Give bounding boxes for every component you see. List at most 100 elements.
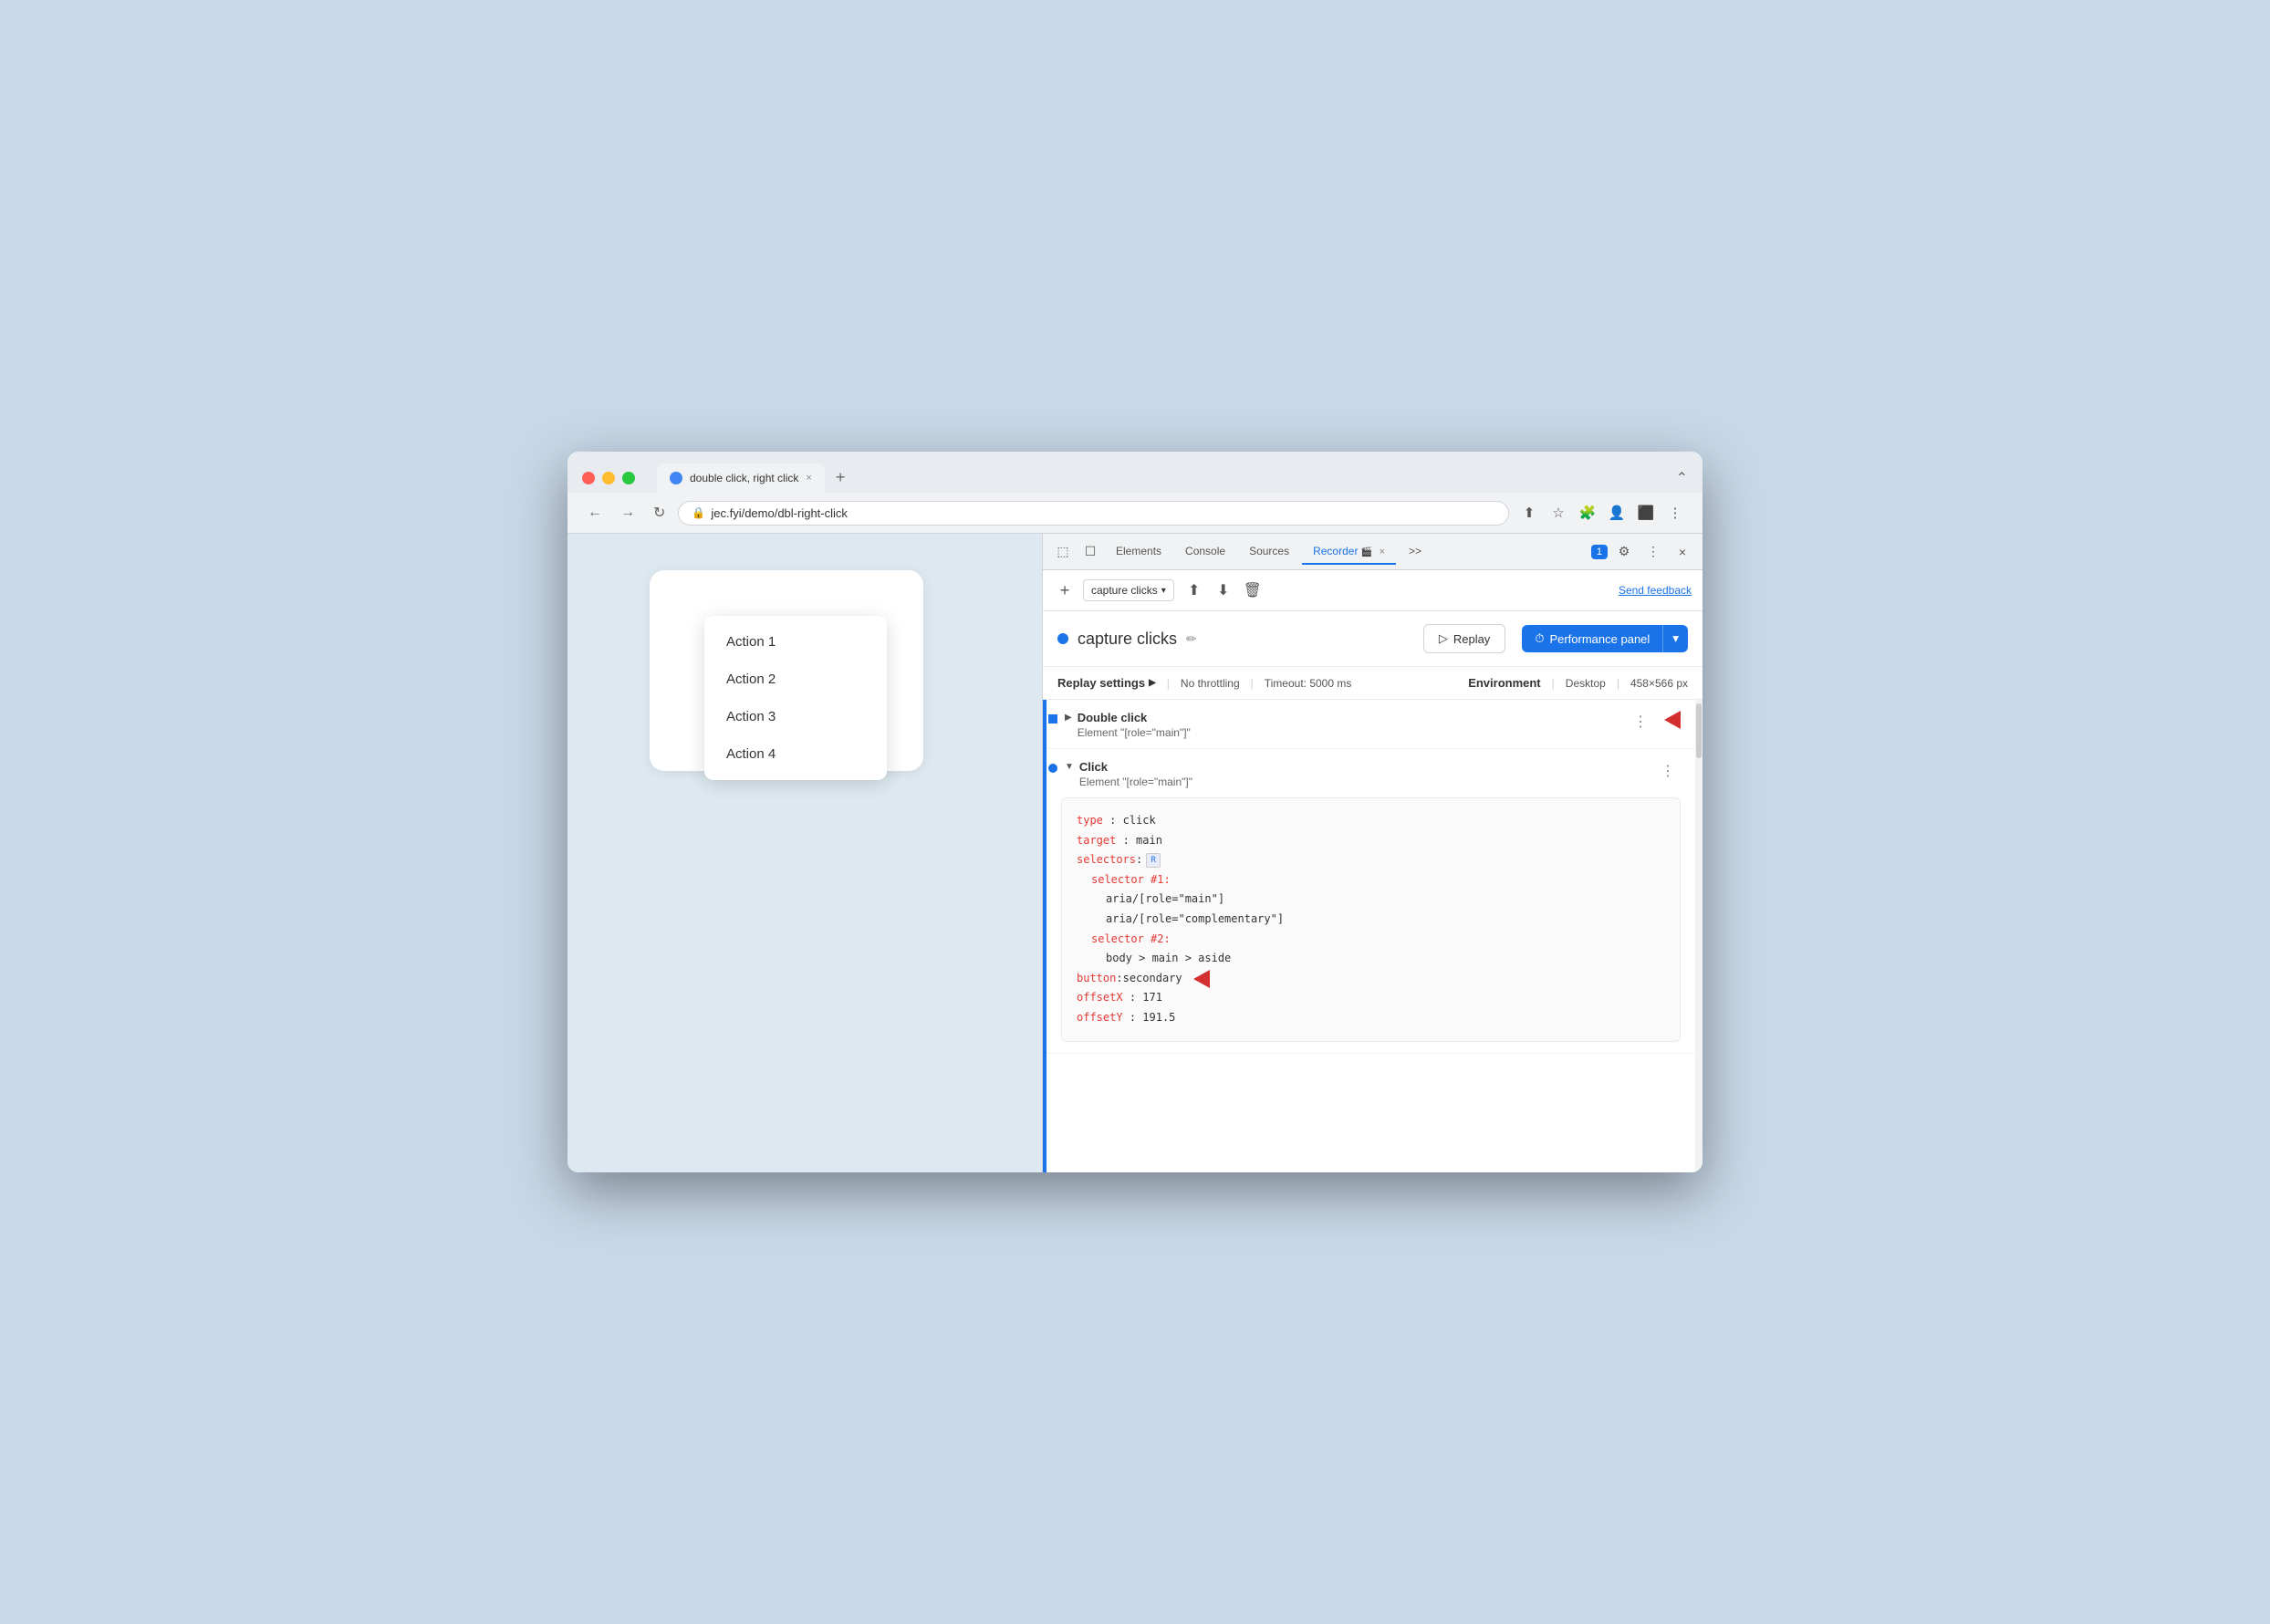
type-key: type bbox=[1077, 814, 1103, 827]
scrollbar-thumb bbox=[1696, 703, 1702, 758]
tab-recorder[interactable]: Recorder 🎬 × bbox=[1302, 539, 1396, 565]
traffic-lights bbox=[582, 472, 635, 484]
add-recording-button[interactable]: + bbox=[1054, 579, 1076, 601]
devtools-scrollbar[interactable] bbox=[1695, 700, 1702, 1172]
device-toggle-icon[interactable]: ☐ bbox=[1078, 539, 1103, 565]
type-val: click bbox=[1123, 814, 1156, 827]
window-control-icon[interactable]: ⌃ bbox=[1676, 469, 1688, 487]
main-content: Action 4 Action 1 Action 2 Action 3 Acti… bbox=[568, 534, 1702, 1172]
aria1-val: aria/[role="main"] bbox=[1106, 892, 1224, 905]
recorder-header: capture clicks ✏ ▷ Replay ⏱ Performance … bbox=[1043, 611, 1702, 667]
tabs-bar: double click, right click × + bbox=[657, 463, 1669, 493]
step1-subtitle: Element "[role="main"]" bbox=[1078, 726, 1628, 739]
close-traffic-light[interactable] bbox=[582, 472, 595, 484]
target-key: target bbox=[1077, 834, 1116, 847]
recorder-indicator-icon: 🎬 bbox=[1361, 547, 1372, 557]
tab-more[interactable]: >> bbox=[1398, 539, 1432, 565]
selectors-key: selectors bbox=[1077, 850, 1136, 870]
context-menu-item-4[interactable]: Action 4 bbox=[704, 735, 887, 773]
performance-panel-button[interactable]: ⏱ Performance panel bbox=[1522, 625, 1662, 652]
recorder-close-icon[interactable]: × bbox=[1380, 547, 1385, 557]
import-icon[interactable]: ⬇ bbox=[1211, 578, 1236, 603]
recorder-toolbar: + capture clicks ▾ ⬆ ⬇ 🗑 Send feedback bbox=[1043, 570, 1702, 611]
context-menu-item-3[interactable]: Action 3 bbox=[704, 698, 887, 735]
context-menu-item-2[interactable]: Action 2 bbox=[704, 661, 887, 698]
recording-dot bbox=[1057, 633, 1068, 644]
env-divider: | bbox=[1552, 677, 1555, 690]
step1-expand-icon[interactable]: ▶ bbox=[1065, 713, 1072, 723]
replay-button[interactable]: ▷ Replay bbox=[1423, 624, 1505, 653]
step-click-header[interactable]: ▼ Click Element "[role="main"]" ⋮ bbox=[1046, 749, 1695, 797]
performance-panel-dropdown[interactable]: ▾ bbox=[1662, 625, 1688, 652]
desktop-label: Desktop bbox=[1566, 677, 1606, 690]
step-click: ▼ Click Element "[role="main"]" ⋮ bbox=[1046, 749, 1695, 1054]
settings-divider: | bbox=[1167, 677, 1170, 690]
step-double-click-header[interactable]: ▶ Double click Element "[role="main"]" ⋮ bbox=[1046, 700, 1695, 748]
environment-section: Environment | Desktop | 458×566 px bbox=[1468, 676, 1688, 690]
share-icon[interactable]: ⬆ bbox=[1516, 500, 1542, 526]
button-red-arrow bbox=[1193, 970, 1210, 988]
selector-recorder-icon[interactable]: R bbox=[1146, 853, 1161, 868]
step2-collapse-icon[interactable]: ▼ bbox=[1065, 762, 1074, 772]
no-throttling-label: No throttling bbox=[1181, 677, 1240, 690]
back-button[interactable]: ← bbox=[582, 501, 608, 525]
forward-button[interactable]: → bbox=[615, 501, 640, 525]
context-menu: Action 1 Action 2 Action 3 Action 4 bbox=[704, 616, 887, 780]
devtools-more-icon[interactable]: ⋮ bbox=[1640, 539, 1666, 565]
context-menu-item-1[interactable]: Action 1 bbox=[704, 623, 887, 661]
step1-menu-icon[interactable]: ⋮ bbox=[1628, 711, 1653, 733]
url-bar[interactable]: 🔒 jec.fyi/demo/dbl-right-click bbox=[678, 501, 1509, 526]
aria2-val: aria/[role="complementary"] bbox=[1106, 912, 1284, 925]
tab-title: double click, right click bbox=[690, 472, 798, 484]
new-tab-button[interactable]: + bbox=[825, 463, 857, 493]
export-icon[interactable]: ⬆ bbox=[1182, 578, 1207, 603]
minimize-traffic-light[interactable] bbox=[602, 472, 615, 484]
tab-sources[interactable]: Sources bbox=[1238, 539, 1300, 565]
more-icon[interactable]: ⋮ bbox=[1662, 500, 1688, 526]
perf-panel-group: ⏱ Performance panel ▾ bbox=[1522, 625, 1688, 652]
devtools-close-button[interactable]: × bbox=[1670, 539, 1695, 565]
steps-list: ▶ Double click Element "[role="main"]" ⋮ bbox=[1046, 700, 1695, 1172]
delete-icon[interactable]: 🗑 bbox=[1240, 578, 1265, 603]
tab-close-icon[interactable]: × bbox=[806, 473, 811, 484]
settings-expand-icon: ▶ bbox=[1149, 678, 1156, 688]
webpage-area: Action 4 Action 1 Action 2 Action 3 Acti… bbox=[568, 534, 1042, 1172]
steps-area: ▶ Double click Element "[role="main"]" ⋮ bbox=[1046, 700, 1695, 1172]
speedometer-icon: ⏱ bbox=[1535, 631, 1544, 646]
body-main-val: body > main > aside bbox=[1106, 952, 1231, 964]
environment-label: Environment bbox=[1468, 676, 1540, 690]
step1-dot bbox=[1048, 714, 1057, 724]
recorder-title: capture clicks bbox=[1078, 630, 1177, 649]
reload-button[interactable]: ↻ bbox=[648, 500, 671, 526]
selectors-colon: : bbox=[1136, 850, 1142, 870]
sidebar-toggle-icon[interactable]: ⬛ bbox=[1633, 500, 1659, 526]
step2-dot bbox=[1048, 764, 1057, 773]
replay-settings-label[interactable]: Replay settings ▶ bbox=[1057, 676, 1156, 690]
step1-title: Double click bbox=[1078, 711, 1628, 724]
profile-icon[interactable]: 👤 bbox=[1604, 500, 1630, 526]
settings-icon[interactable]: ⚙ bbox=[1611, 539, 1637, 565]
devtools-toolbar: ⬚ ☐ Elements Console Sources Recorder 🎬 … bbox=[1043, 534, 1702, 570]
send-feedback-link[interactable]: Send feedback bbox=[1619, 584, 1692, 597]
recording-select[interactable]: capture clicks ▾ bbox=[1083, 579, 1174, 601]
active-tab[interactable]: double click, right click × bbox=[657, 463, 825, 493]
tab-elements[interactable]: Elements bbox=[1105, 539, 1172, 565]
replay-settings-left: Replay settings ▶ | No throttling | Time… bbox=[1057, 676, 1351, 690]
tab-console[interactable]: Console bbox=[1174, 539, 1236, 565]
edit-title-icon[interactable]: ✏ bbox=[1186, 631, 1197, 647]
target-val: main bbox=[1136, 834, 1162, 847]
offsetY-key: offsetY bbox=[1077, 1011, 1123, 1024]
step2-menu-icon[interactable]: ⋮ bbox=[1655, 760, 1681, 782]
step1-info: Double click Element "[role="main"]" bbox=[1078, 711, 1628, 739]
offsetY-val: 191.5 bbox=[1142, 1011, 1175, 1024]
resolution-label: 458×566 px bbox=[1630, 677, 1688, 690]
bookmark-icon[interactable]: ☆ bbox=[1546, 500, 1571, 526]
title-bar: double click, right click × + ⌃ bbox=[568, 452, 1702, 493]
target-colon: : bbox=[1123, 834, 1136, 847]
inspect-element-icon[interactable]: ⬚ bbox=[1050, 539, 1076, 565]
button-val: secondary bbox=[1123, 969, 1182, 989]
maximize-traffic-light[interactable] bbox=[622, 472, 635, 484]
replay-settings-bar: Replay settings ▶ | No throttling | Time… bbox=[1043, 667, 1702, 700]
extension-icon[interactable]: 🧩 bbox=[1575, 500, 1600, 526]
timeout-label: Timeout: 5000 ms bbox=[1265, 677, 1352, 690]
